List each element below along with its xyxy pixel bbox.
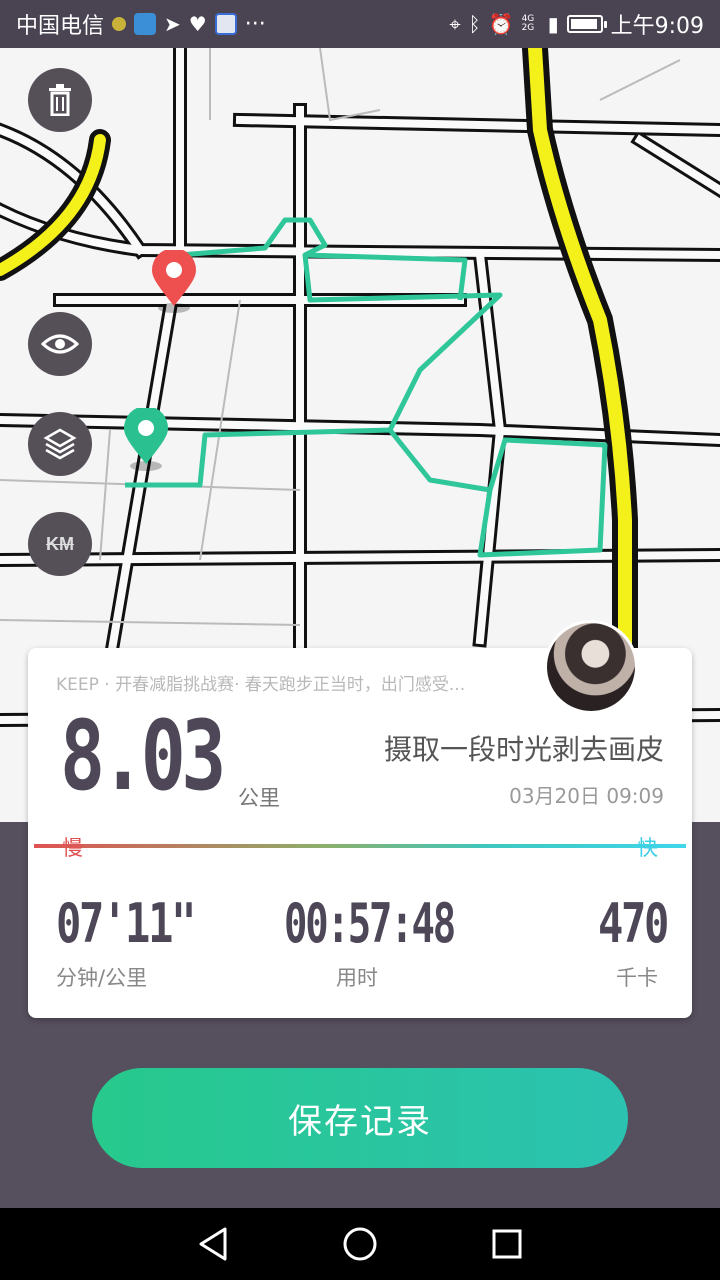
pace-value: 07'11"	[56, 892, 196, 955]
heart-icon: ♥	[188, 12, 207, 36]
duration-label: 用时	[336, 966, 378, 990]
carrier-label: 中国电信	[16, 14, 105, 39]
end-marker-icon	[152, 250, 196, 313]
alarm-icon: ⏰	[488, 12, 514, 36]
recents-button[interactable]	[487, 1224, 527, 1264]
distance-value: 8.03	[60, 700, 226, 812]
start-marker-icon	[124, 408, 168, 471]
calories-label: 千卡	[616, 966, 658, 990]
back-button[interactable]	[193, 1224, 233, 1264]
pace-gradient-bar	[34, 844, 686, 848]
network-indicator: 4G 2G	[521, 14, 535, 33]
distance-unit: 公里	[238, 786, 280, 810]
km-icon: KM	[46, 533, 74, 554]
calories-value: 470	[598, 892, 669, 955]
km-marker-button[interactable]: KM	[28, 512, 92, 576]
run-title[interactable]: 摄取一段时光剥去画皮	[384, 728, 664, 768]
home-icon	[343, 1227, 377, 1261]
bluetooth-icon: ᛒ	[468, 12, 481, 36]
app-screen: 中国电信 ➤ ♥ ··· ⌖ ᛒ ⏰ 4G 2G ▮ 上午9:09 KM KEE…	[0, 0, 720, 1280]
video-app-icon	[214, 13, 237, 35]
notification-dot-icon	[112, 17, 127, 31]
save-record-button[interactable]: 保存记录	[92, 1068, 628, 1168]
status-bar: 中国电信 ➤ ♥ ··· ⌖ ᛒ ⏰ 4G 2G ▮ 上午9:09	[0, 0, 720, 48]
home-button[interactable]	[340, 1224, 380, 1264]
send-icon: ➤	[164, 12, 181, 36]
app-notification-icon	[134, 13, 157, 35]
location-icon: ⌖	[449, 12, 461, 36]
pace-label: 分钟/公里	[56, 966, 148, 990]
pace-fast-label: 快	[637, 836, 658, 860]
run-date: 03月20日 09:09	[509, 784, 664, 808]
clock: 上午9:09	[610, 14, 704, 39]
eye-icon	[41, 334, 79, 354]
duration-value: 00:57:48	[284, 892, 456, 955]
signal-icon: ▮	[547, 12, 559, 36]
battery-icon	[566, 15, 607, 33]
avatar[interactable]	[544, 620, 638, 714]
more-notifications: ···	[244, 11, 266, 37]
toggle-visibility-button[interactable]	[28, 312, 92, 376]
system-nav-bar	[0, 1208, 720, 1280]
trash-icon	[49, 84, 71, 116]
map-layers-button[interactable]	[28, 412, 92, 476]
layers-icon	[43, 428, 77, 460]
event-banner[interactable]: KEEP · 开春减脂挑战赛· 春天跑步正当时，出门感受...	[56, 670, 526, 695]
back-icon	[199, 1227, 227, 1261]
recents-icon	[492, 1229, 522, 1259]
delete-button[interactable]	[28, 68, 92, 132]
pace-slow-label: 慢	[62, 836, 83, 860]
